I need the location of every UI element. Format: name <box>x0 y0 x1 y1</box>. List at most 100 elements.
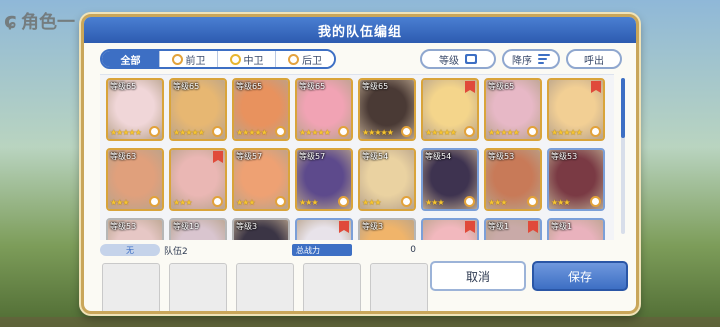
character-level: 等级57 <box>299 152 326 161</box>
scrollbar-thumb[interactable] <box>621 78 625 138</box>
character-stars: ★★★ <box>110 198 129 207</box>
character-stars: ★★★ <box>236 198 255 207</box>
position-role-icon <box>401 126 412 137</box>
character-stars: ★★★★★ <box>551 128 583 137</box>
save-button[interactable]: 保存 <box>532 261 628 291</box>
position-role-icon <box>464 126 475 137</box>
character-grid-area[interactable]: 等级65 ★★★★★ 等级65 ★★★★★ 等级65 ★★★★★ 等级65 ★★★★★ 等级65… <box>100 74 614 240</box>
character-card[interactable]: 等级57 ★★★ <box>232 148 290 211</box>
character-level: 等级63 <box>110 152 137 161</box>
sort-controls: 等级 降序 呼出 <box>420 49 622 69</box>
position-role-icon <box>212 196 223 207</box>
character-card[interactable]: 等级1 <box>547 218 605 240</box>
character-card[interactable]: 等级63 ★★★ <box>106 148 164 211</box>
tab-middle[interactable]: 中卫 <box>218 51 276 67</box>
character-level: 等级65 <box>362 82 389 91</box>
character-stars: ★★★★★ <box>110 128 142 137</box>
callout-button[interactable]: 呼出 <box>566 49 622 69</box>
character-level: 等级65 <box>236 82 263 91</box>
character-level: 等级65 <box>173 82 200 91</box>
character-card[interactable]: 等级53 <box>106 218 164 240</box>
character-level: 等级53 <box>110 222 137 231</box>
position-role-icon <box>275 126 286 137</box>
toggle-icon <box>465 54 477 64</box>
character-card[interactable]: ★★★★★ <box>547 78 605 141</box>
position-role-icon <box>527 126 538 137</box>
team-slot[interactable] <box>102 263 160 311</box>
position-role-icon <box>149 126 160 137</box>
position-role-icon <box>338 126 349 137</box>
sort-key-button[interactable]: 等级 <box>420 49 496 69</box>
position-role-icon <box>590 196 601 207</box>
cancel-button[interactable]: 取消 <box>430 261 526 291</box>
character-card[interactable]: 等级3 <box>232 218 290 240</box>
character-card[interactable]: 等级65 ★★★★★ <box>484 78 542 141</box>
filter-bar: 全部 前卫 中卫 后卫 等级 降序 呼出 <box>100 48 622 70</box>
character-level: 等级1 <box>488 222 510 231</box>
character-card[interactable]: 等级57 ★★★ <box>295 148 353 211</box>
character-stars: ★★★ <box>551 198 570 207</box>
total-power-label: 总战力 <box>292 244 352 256</box>
team-slot[interactable] <box>236 263 294 311</box>
character-stars: ★★★★★ <box>173 128 205 137</box>
sort-order-label: 降序 <box>512 55 532 67</box>
sort-lines-icon <box>538 54 550 64</box>
character-card[interactable]: 等级54 ★★★ <box>421 148 479 211</box>
team-slot[interactable] <box>169 263 227 311</box>
team-slot[interactable] <box>370 263 428 311</box>
character-card[interactable]: 等级53 ★★★ <box>547 148 605 211</box>
callout-label: 呼出 <box>584 55 604 67</box>
character-card[interactable]: 等级19 <box>169 218 227 240</box>
tab-back[interactable]: 后卫 <box>276 51 334 67</box>
character-level: 等级65 <box>488 82 515 91</box>
character-level: 等级19 <box>173 222 200 231</box>
character-level: 等级57 <box>236 152 263 161</box>
character-level: 等级53 <box>551 152 578 161</box>
position-role-icon <box>338 196 349 207</box>
position-role-icon <box>464 196 475 207</box>
team-edit-dialog: 我的队伍编组 全部 前卫 中卫 后卫 等级 降序 呼出 等级65 ★★★★★ 等… <box>81 14 639 314</box>
team-label-badge: 无 <box>100 244 160 256</box>
character-level: 等级1 <box>551 222 573 231</box>
character-card[interactable]: 等级65 ★★★★★ <box>358 78 416 141</box>
character-card[interactable]: 等级53 ★★★ <box>484 148 542 211</box>
character-level: 等级65 <box>299 82 326 91</box>
character-card[interactable]: 等级65 ★★★★★ <box>106 78 164 141</box>
cancel-button-label: 取消 <box>465 269 490 284</box>
team-name: 队伍2 <box>164 246 188 257</box>
character-level: 等级53 <box>488 152 515 161</box>
character-stars: ★★★ <box>173 198 192 207</box>
back-role-icon <box>288 53 299 65</box>
sort-order-button[interactable]: 降序 <box>502 49 560 69</box>
character-stars: ★★★ <box>488 198 507 207</box>
character-stars: ★★★★★ <box>236 128 268 137</box>
character-level: 等级54 <box>362 152 389 161</box>
character-card[interactable] <box>295 218 353 240</box>
background-title-text: 角色一 <box>21 12 76 33</box>
team-slots <box>102 263 428 311</box>
tab-back-label: 后卫 <box>302 55 322 67</box>
character-card[interactable]: 等级65 ★★★★★ <box>232 78 290 141</box>
character-card[interactable]: 等级65 ★★★★★ <box>295 78 353 141</box>
tab-all[interactable]: 全部 <box>102 51 160 67</box>
team-slot[interactable] <box>303 263 361 311</box>
total-power-value: 0 <box>410 245 416 255</box>
character-card[interactable]: ★★★★★ <box>421 78 479 141</box>
character-card[interactable]: 等级3 <box>358 218 416 240</box>
tab-front[interactable]: 前卫 <box>160 51 218 67</box>
character-card[interactable]: 等级65 ★★★★★ <box>169 78 227 141</box>
character-stars: ★★★★★ <box>425 128 457 137</box>
tab-all-label: 全部 <box>120 55 141 67</box>
character-grid-scrollbar[interactable] <box>621 78 625 234</box>
character-card[interactable]: ★★★ <box>169 148 227 211</box>
character-grid: 等级65 ★★★★★ 等级65 ★★★★★ 等级65 ★★★★★ 等级65 ★★★★★ 等级65… <box>106 78 605 240</box>
front-role-icon <box>171 53 183 65</box>
character-card[interactable]: 等级54 ★★★ <box>358 148 416 211</box>
position-role-icon <box>212 126 223 137</box>
character-card[interactable]: 等级1 <box>484 218 542 240</box>
tab-middle-label: 中卫 <box>243 55 264 67</box>
position-role-icon <box>275 196 286 207</box>
character-card[interactable] <box>421 218 479 240</box>
character-stars: ★★★★★ <box>299 128 331 137</box>
character-stars: ★★★★★ <box>362 128 394 137</box>
